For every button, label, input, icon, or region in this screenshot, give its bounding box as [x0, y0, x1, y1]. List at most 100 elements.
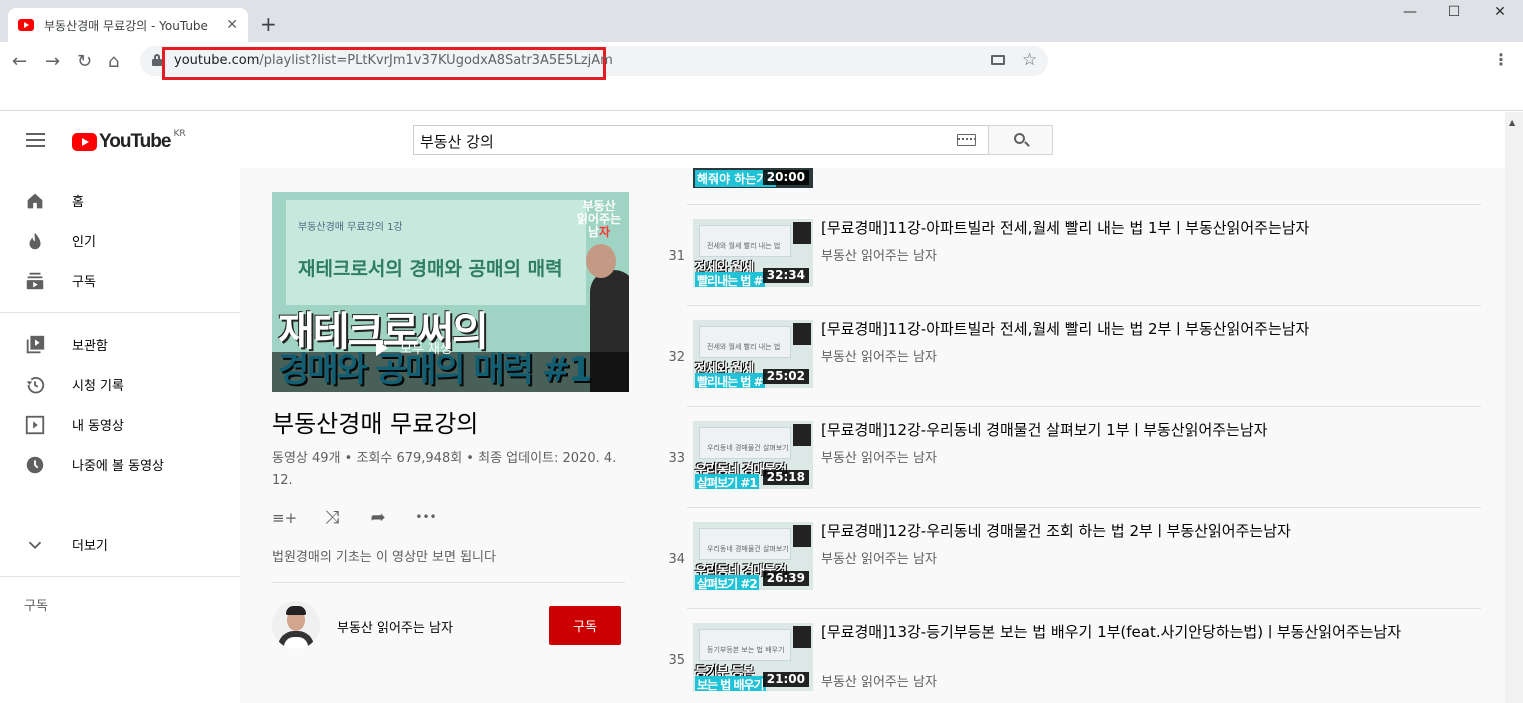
minimize-button[interactable]: —	[1390, 4, 1430, 20]
video-thumbnail-partial[interactable]: 해줘야 하는가? 20:00	[693, 168, 813, 188]
logo-text: YouTube	[99, 131, 171, 152]
home-button[interactable]: ⌂	[108, 51, 119, 72]
duration-badge: 21:00	[762, 672, 809, 687]
share-icon[interactable]: ➦	[366, 507, 390, 531]
duration-badge: 20:00	[762, 170, 809, 185]
more-actions-icon[interactable]: •••	[414, 510, 438, 534]
url-domain: youtube.com	[174, 53, 260, 68]
video-title[interactable]: [무료경매]11강-아파트빌라 전세,월세 빨리 내는 법 2부ㅣ부동산읽어주는…	[821, 318, 1441, 340]
video-thumbnail[interactable]: 우리동네 경매물건 살펴보기 우리동네 경매물건 살펴보기 #1 25:18	[693, 421, 813, 489]
video-thumbnail[interactable]: 전세와 월세 빨리 내는 법 전세와 월세 빨리내는 법 # 25:02	[693, 320, 813, 388]
browser-tab-strip: 부동산경매 무료강의 - YouTube ✕ + — ☐ ✕	[0, 0, 1523, 42]
nav-label: 인기	[72, 235, 96, 250]
thumbnail-subtitle-small: 부동산경매 무료강의 1강	[298, 222, 403, 233]
url-text[interactable]: youtube.com/playlist?list=PLtKvrJm1v37KU…	[174, 53, 613, 68]
forward-button[interactable]: →	[45, 51, 60, 72]
nav-label: 보관함	[72, 339, 108, 354]
thumbnail-caption: 살펴보기 #1	[695, 474, 759, 489]
playlist-title[interactable]: 부동산경매 무료강의	[272, 404, 478, 439]
lock-icon[interactable]	[152, 54, 162, 66]
add-to-queue-icon[interactable]: ≡+	[272, 509, 297, 533]
video-channel[interactable]: 부동산 읽어주는 남자	[821, 447, 937, 466]
new-tab-button[interactable]: +	[260, 12, 277, 36]
playlist-video-row[interactable]: 34 우리동네 경매물건 살펴보기 우리동네 경매물건 살펴보기 #2 26:3…	[657, 507, 1505, 608]
playlist-thumbnail[interactable]: 부동산경매 무료강의 1강 재테크로서의 경매와 공매의 매력 부동산 읽어주는…	[272, 192, 629, 392]
video-channel[interactable]: 부동산 읽어주는 남자	[821, 671, 937, 690]
subscribe-button[interactable]: 구독	[549, 606, 621, 645]
video-channel[interactable]: 부동산 읽어주는 남자	[821, 548, 937, 567]
playlist-video-row[interactable]: 35 등기부등본 보는 법 배우기 등기부 등본 보는 법 배우기 21:00 …	[657, 608, 1505, 703]
video-title[interactable]: [무료경매]13강-등기부등본 보는 법 배우기 1부(feat.사기안당하는법…	[821, 621, 1441, 643]
video-channel[interactable]: 부동산 읽어주는 남자	[821, 346, 937, 365]
nav-item-home[interactable]: 홈	[0, 180, 240, 220]
browser-tab[interactable]: 부동산경매 무료강의 - YouTube ✕	[8, 8, 248, 42]
channel-logo-overlay: 부동산 읽어주는 남자	[574, 200, 624, 239]
video-channel[interactable]: 부동산 읽어주는 남자	[821, 245, 937, 264]
youtube-favicon-icon	[18, 19, 34, 31]
nav-item-my-videos[interactable]: 내 동영상	[0, 404, 240, 444]
maximize-button[interactable]: ☐	[1434, 4, 1474, 20]
search-input[interactable]: 부동산 강의	[413, 125, 989, 155]
address-bar[interactable]: youtube.com/playlist?list=PLtKvrJm1v37KU…	[140, 46, 1048, 80]
nav-item-show-more[interactable]: 더보기	[0, 524, 240, 564]
home-icon	[27, 193, 43, 209]
library-icon	[26, 335, 45, 354]
page-scrollbar[interactable]: ▲	[1505, 112, 1523, 703]
nav-item-trending[interactable]: 인기	[0, 220, 240, 260]
bookmark-bar	[0, 80, 1523, 111]
logo-line: 자	[599, 225, 611, 239]
video-title[interactable]: [무료경매]11강-아파트빌라 전세,월세 빨리 내는 법 1부ㅣ부동산읽어주는…	[821, 217, 1441, 239]
nav-label: 홈	[72, 195, 84, 210]
search-button[interactable]	[988, 125, 1053, 155]
thumbnail-subtitle-large: 재테크로서의 경매와 공매의 매력	[298, 258, 563, 280]
thumbnail-screen-text: 전세와 월세 빨리 내는 법	[707, 343, 781, 351]
nav-label: 나중에 볼 동영상	[72, 459, 164, 474]
video-thumbnail[interactable]: 전세와 월세 빨리 내는 법 전세와 월세 빨리내는 법 # 32:34	[693, 219, 813, 287]
url-path: /playlist?list=PLtKvrJm1v37KUgodxA8Satr3…	[259, 53, 613, 68]
playlist-sidebar: 부동산경매 무료강의 1강 재테크로서의 경매와 공매의 매력 부동산 읽어주는…	[240, 168, 657, 703]
left-navigation: 홈 인기 구독 보관함 시청 기록 내 동영상 나중에 볼 동영상 더보기 구독	[0, 168, 240, 703]
video-index: 31	[668, 249, 685, 264]
youtube-logo[interactable]: YouTube KR	[72, 129, 186, 153]
nav-item-subscriptions[interactable]: 구독	[0, 260, 240, 300]
video-title[interactable]: [무료경매]12강-우리동네 경매물건 조회 하는 법 2부ㅣ부동산읽어주는남자	[821, 520, 1441, 542]
reload-button[interactable]: ↻	[77, 51, 92, 72]
video-index: 34	[668, 552, 685, 567]
browser-toolbar: ← → ↻ ⌂ youtube.com/playlist?list=PLtKvr…	[0, 42, 1523, 80]
nav-item-library[interactable]: 보관함	[0, 324, 240, 364]
browser-menu-icon[interactable]: ⋮	[1493, 50, 1509, 69]
trending-icon	[29, 232, 41, 250]
subscriptions-section-title: 구독	[24, 599, 48, 614]
hamburger-menu-icon[interactable]	[26, 133, 46, 147]
play-icon	[376, 339, 388, 356]
shuffle-icon[interactable]: ⤨	[320, 507, 344, 531]
video-thumbnail[interactable]: 등기부등본 보는 법 배우기 등기부 등본 보는 법 배우기 21:00	[693, 623, 813, 691]
channel-avatar[interactable]	[272, 601, 320, 649]
playlist-video-list: 해줘야 하는가? 20:00 31 전세와 월세 빨리 내는 법 전세와 월세 …	[657, 168, 1505, 703]
playlist-video-row[interactable]: 31 전세와 월세 빨리 내는 법 전세와 월세 빨리내는 법 # 32:34 …	[657, 204, 1505, 305]
duration-badge: 25:02	[762, 369, 809, 384]
video-thumbnail[interactable]: 우리동네 경매물건 살펴보기 우리동네 경매물건 살펴보기 #2 26:39	[693, 522, 813, 590]
cast-icon[interactable]	[991, 55, 1005, 65]
keyboard-icon[interactable]	[957, 134, 976, 146]
playlist-stats: 동영상 49개 • 조회수 679,948회 • 최종 업데이트: 2020. …	[272, 451, 617, 488]
close-window-button[interactable]: ✕	[1480, 4, 1520, 20]
playlist-video-row[interactable]: 33 우리동네 경매물건 살펴보기 우리동네 경매물건 살펴보기 #1 25:1…	[657, 406, 1505, 507]
youtube-header: YouTube KR 부동산 강의	[0, 112, 1505, 168]
watch-later-icon	[26, 456, 44, 474]
chevron-down-icon	[28, 541, 42, 550]
nav-item-history[interactable]: 시청 기록	[0, 364, 240, 404]
tab-close-icon[interactable]: ✕	[226, 17, 238, 33]
thumbnail-caption: 살펴보기 #2	[695, 575, 759, 590]
play-all-button[interactable]: 모두 재생	[376, 338, 452, 357]
duration-badge: 32:34	[762, 268, 809, 283]
playlist-video-row[interactable]: 32 전세와 월세 빨리 내는 법 전세와 월세 빨리내는 법 # 25:02 …	[657, 305, 1505, 406]
logo-line: 남	[587, 225, 599, 239]
video-title[interactable]: [무료경매]12강-우리동네 경매물건 살펴보기 1부ㅣ부동산읽어주는남자	[821, 419, 1441, 441]
back-button[interactable]: ←	[12, 51, 27, 72]
nav-item-watch-later[interactable]: 나중에 볼 동영상	[0, 444, 240, 484]
scroll-up-icon[interactable]: ▲	[1509, 118, 1515, 127]
channel-name[interactable]: 부동산 읽어주는 남자	[337, 617, 453, 636]
playlist-description: 법원경매의 기초는 이 영상만 보면 됩니다	[272, 550, 496, 565]
bookmark-star-icon[interactable]: ☆	[1022, 50, 1037, 70]
